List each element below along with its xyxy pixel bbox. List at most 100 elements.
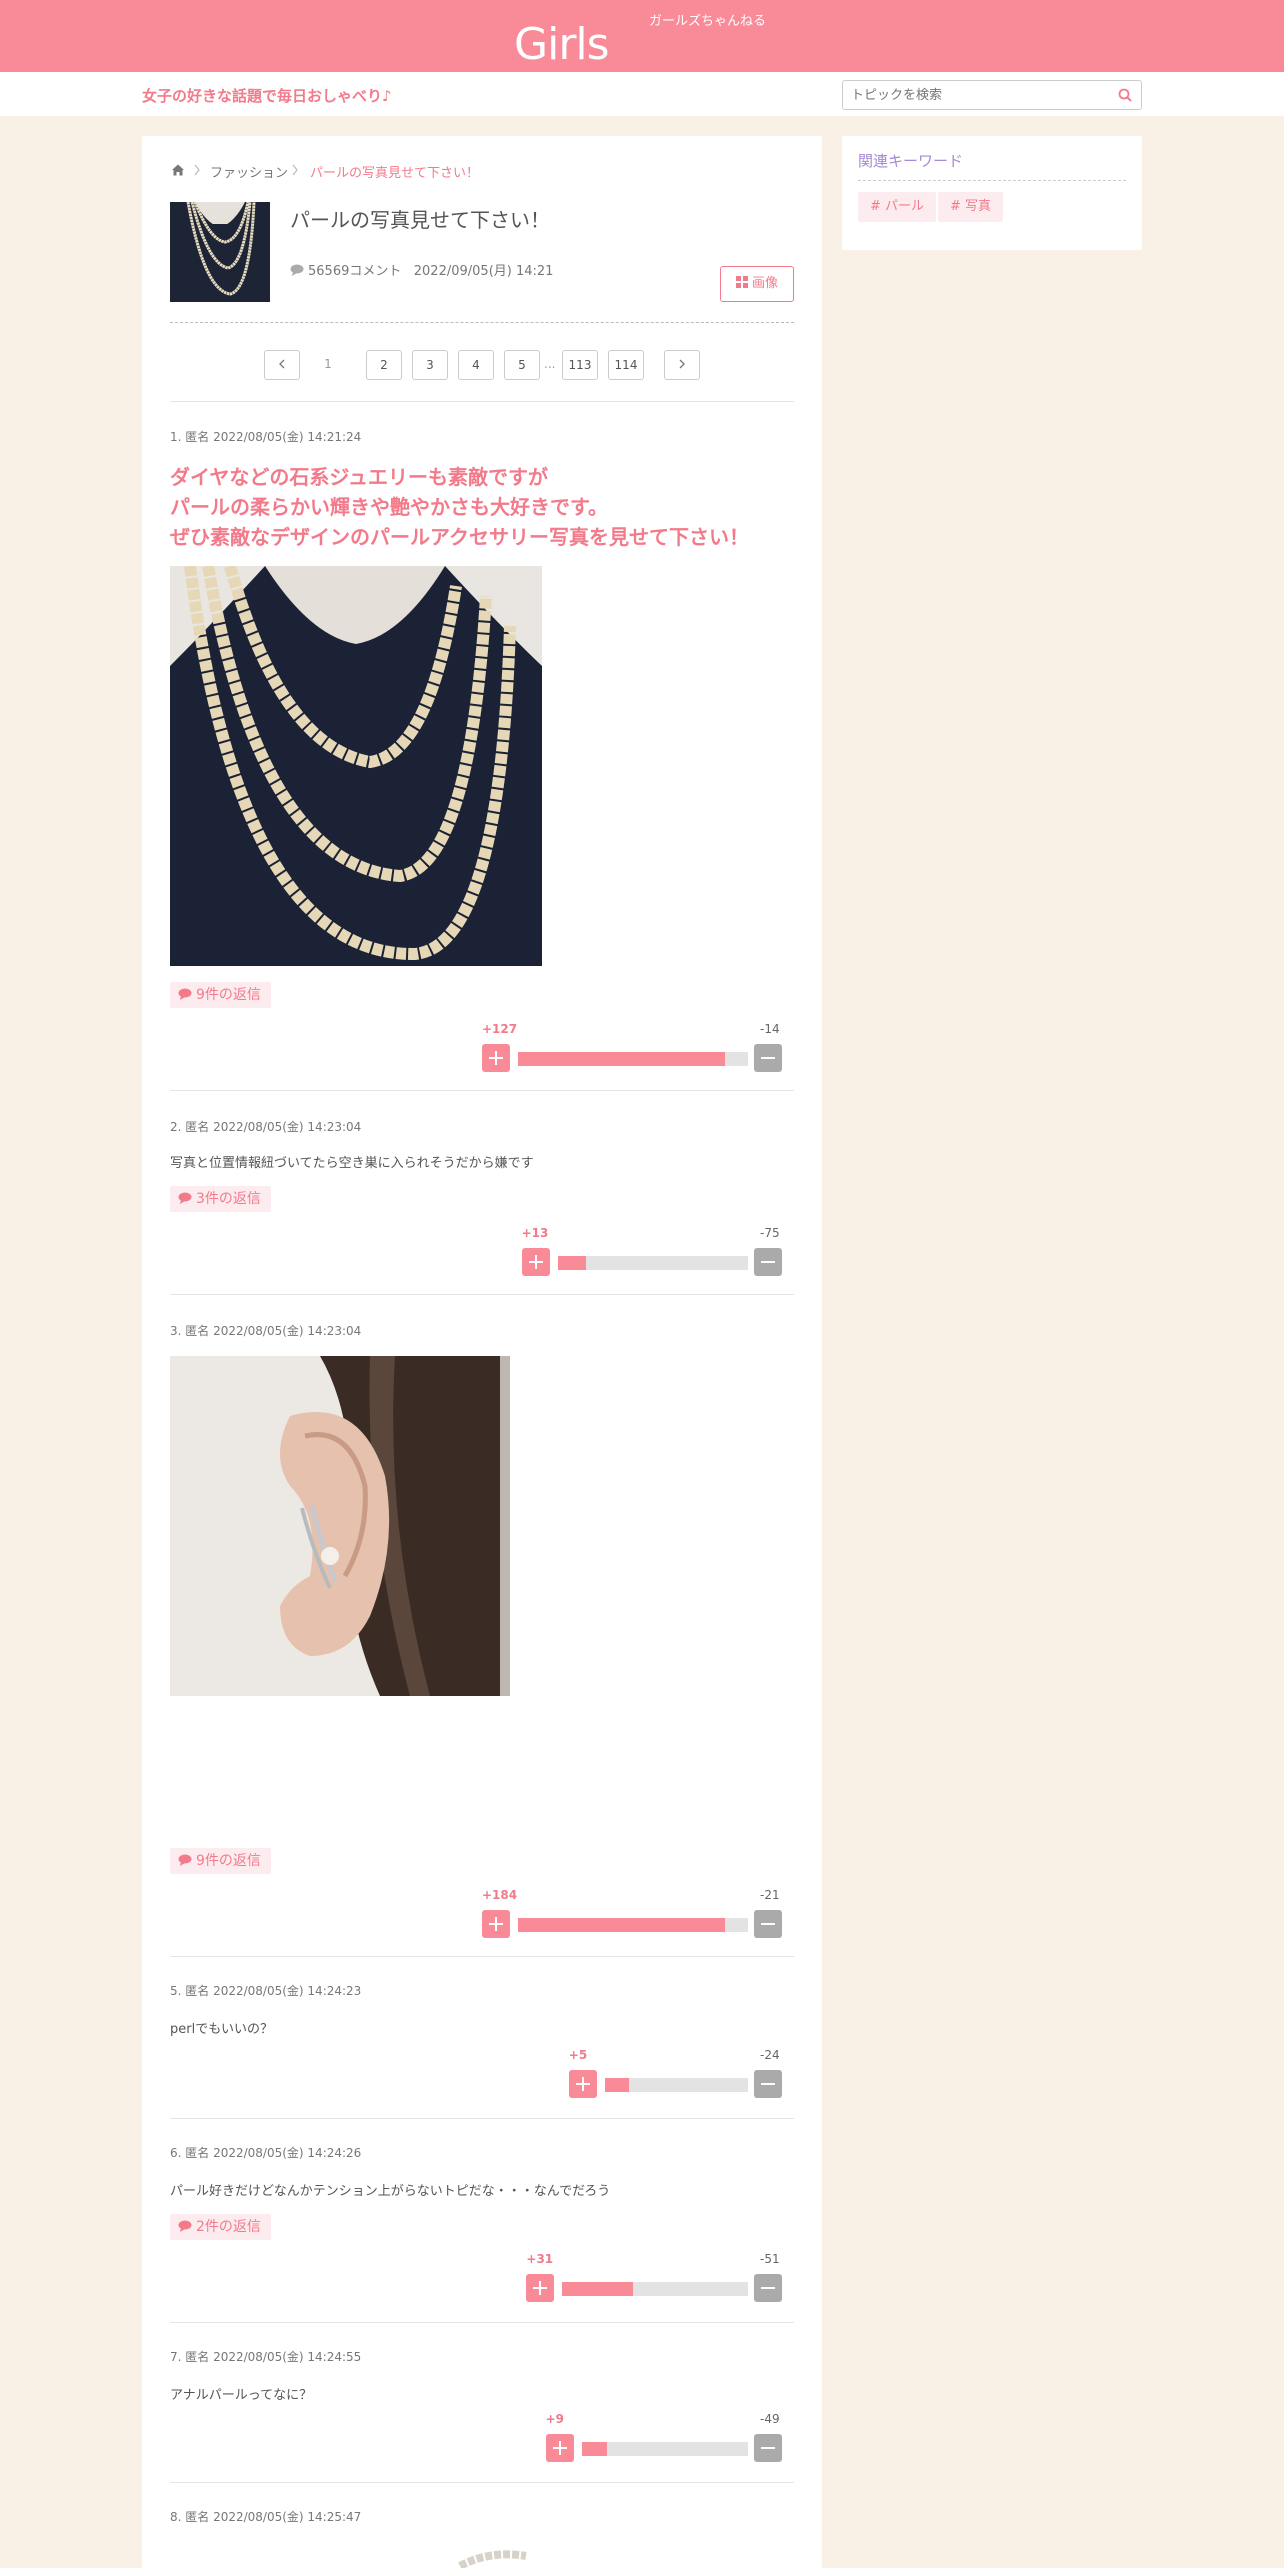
comment-header: 1. 匿名 2022/08/05(金) 14:21:24 xyxy=(170,430,362,444)
replies-button[interactable]: 2件の返信 xyxy=(170,2214,271,2240)
divider xyxy=(170,322,794,323)
vote-ratio-fill xyxy=(581,2442,607,2456)
topic-thumbnail xyxy=(170,202,270,302)
plus-count: +31 xyxy=(526,2252,554,2266)
plus-vote-button[interactable] xyxy=(568,2070,597,2098)
home-icon[interactable] xyxy=(170,162,186,178)
plus-count: +9 xyxy=(545,2412,564,2426)
minus-count: -24 xyxy=(760,2048,780,2062)
plus-vote-button[interactable] xyxy=(521,1248,550,1276)
vote-ratio-fill xyxy=(604,2078,630,2092)
replies-count: 3件の返信 xyxy=(196,1191,261,1207)
pagination: 1 2 3 4 5 ... 113 114 xyxy=(142,350,822,380)
comment-line: ダイヤ​などの石系ジュエリーも素敵ですが xyxy=(170,465,548,489)
minus-vote-button[interactable] xyxy=(754,1248,782,1276)
page-link[interactable]: 5 xyxy=(504,350,540,380)
divider xyxy=(170,1090,794,1091)
plus-vote-button[interactable] xyxy=(482,1910,510,1938)
chevron-right-icon xyxy=(194,164,200,176)
divider xyxy=(170,1294,794,1295)
divider xyxy=(170,2482,794,2483)
page-link[interactable]: 4 xyxy=(458,350,494,380)
minus-count: -49 xyxy=(760,2412,780,2426)
minus-vote-button[interactable] xyxy=(754,2070,782,2098)
replies-button[interactable]: 3件の返信 xyxy=(170,1186,271,1212)
plus-vote-button[interactable] xyxy=(545,2434,574,2462)
search-input[interactable] xyxy=(851,82,1091,108)
page-current: 1 xyxy=(310,350,346,380)
minus-vote-button[interactable] xyxy=(754,2274,782,2302)
minus-count: -51 xyxy=(760,2252,780,2266)
prev-page-button[interactable] xyxy=(264,350,300,380)
vote-widget: +184 -21 xyxy=(142,1888,822,1938)
comment-line: パールの柔らかい輝きや艶やかさも大好きです。 xyxy=(170,495,608,519)
vote-ratio-bar xyxy=(518,1918,748,1932)
minus-vote-button[interactable] xyxy=(754,2434,782,2462)
vote-widget: +9 -49 xyxy=(142,2412,822,2462)
keyword-tag[interactable]: # パール xyxy=(858,192,937,222)
vote-widget: +127 -14 xyxy=(142,1022,822,1072)
vote-ratio-bar xyxy=(518,1052,748,1066)
replies-button[interactable]: 9件の返信 xyxy=(170,1848,271,1874)
speech-bubble-icon xyxy=(178,1192,192,1204)
next-page-button[interactable] xyxy=(664,350,700,380)
topic-title: パールの写真見せて下さい！ xyxy=(290,208,550,232)
comment-count: 56569コメント xyxy=(308,264,402,279)
comment-text: 写真と位置情報紐づいてたら空き巣に入られそうだから嫌です xyxy=(170,1156,534,1171)
breadcrumb-category[interactable]: ファッション xyxy=(210,162,288,181)
speech-bubble-icon xyxy=(178,988,192,1000)
plus-count: +13 xyxy=(521,1226,549,1240)
plus-count: +184 xyxy=(482,1888,518,1902)
comment-image-ear-cuff[interactable] xyxy=(170,1356,510,1696)
minus-vote-button[interactable] xyxy=(754,1044,782,1072)
comment-header: 6. 匿名 2022/08/05(金) 14:24:26 xyxy=(170,2146,362,2160)
vote-ratio-bar xyxy=(604,2078,748,2092)
vote-widget: +13 -75 xyxy=(142,1226,822,1276)
replies-button[interactable]: 9件の返信 xyxy=(170,982,271,1008)
breadcrumb-current: パールの写真見せて下さい！ xyxy=(310,166,480,181)
comment-image-partial[interactable] xyxy=(170,2536,570,2568)
chevron-left-icon xyxy=(279,359,285,369)
speech-bubble-icon xyxy=(178,1854,192,1866)
chevron-right-icon xyxy=(679,359,685,369)
vote-ratio-bar xyxy=(581,2442,748,2456)
sub-header: 女子の好きな話題で毎日おしゃべり♪ xyxy=(0,72,1284,116)
site-tagline: 女子の好きな話題で毎日おしゃべり♪ xyxy=(142,87,392,105)
image-button-label: 画像 xyxy=(751,276,778,291)
search-box xyxy=(842,80,1142,110)
minus-vote-button[interactable] xyxy=(754,1910,782,1938)
related-keywords-title: 関連キーワード xyxy=(858,152,964,170)
minus-count: -14 xyxy=(760,1022,780,1036)
comment-text: パール好きだけどなんかテンション上がらないトピだな・・・なんでだろう xyxy=(170,2184,611,2199)
replies-count: 9件の返信 xyxy=(196,987,261,1003)
divider xyxy=(170,2118,794,2119)
page-link[interactable]: 2 xyxy=(366,350,402,380)
plus-vote-button[interactable] xyxy=(526,2274,555,2302)
site-logo[interactable]: ガールズちゃんねる Girls Channel xyxy=(514,10,774,120)
page-link[interactable]: 113 xyxy=(562,350,598,380)
comment-text: perlでもいいの？ xyxy=(170,2022,273,2037)
grid-icon xyxy=(735,276,748,288)
comment-header: 3. 匿名 2022/08/05(金) 14:23:04 xyxy=(170,1324,362,1338)
topic-main: ファッション パールの写真見せて下さい！ パールの写真見せて下さい！ 56569… xyxy=(142,136,822,2568)
keyword-tag[interactable]: # 写真 xyxy=(938,192,1004,222)
comment-text: アナルパールってなに？ xyxy=(170,2388,313,2403)
comment-image-pearl-necklace[interactable] xyxy=(170,566,542,966)
related-keywords-panel: 関連キーワード # パール # 写真 xyxy=(842,136,1142,250)
image-view-button[interactable]: 画像 xyxy=(720,266,794,302)
plus-vote-button[interactable] xyxy=(482,1044,510,1072)
chevron-right-icon xyxy=(292,164,298,176)
replies-count: 9件の返信 xyxy=(196,1853,261,1869)
vote-ratio-fill xyxy=(518,1052,725,1066)
plus-count: +5 xyxy=(568,2048,588,2062)
comment-line: ぜひ素敵なデザインのパールアクセサリー写真を見せて下さい！ xyxy=(170,525,749,549)
topic-meta: 56569コメント 2022/09/05(月) 14:21 xyxy=(290,260,553,279)
page-link[interactable]: 114 xyxy=(608,350,644,380)
vote-ratio-bar xyxy=(562,2282,748,2296)
comment-header: 8. 匿名 2022/08/05(金) 14:25:47 xyxy=(170,2510,362,2524)
speech-bubble-icon xyxy=(178,2220,192,2232)
minus-count: -21 xyxy=(760,1888,780,1902)
page-link[interactable]: 3 xyxy=(412,350,448,380)
search-icon[interactable] xyxy=(1117,87,1133,103)
topic-date: 2022/09/05(月) 14:21 xyxy=(413,264,554,279)
